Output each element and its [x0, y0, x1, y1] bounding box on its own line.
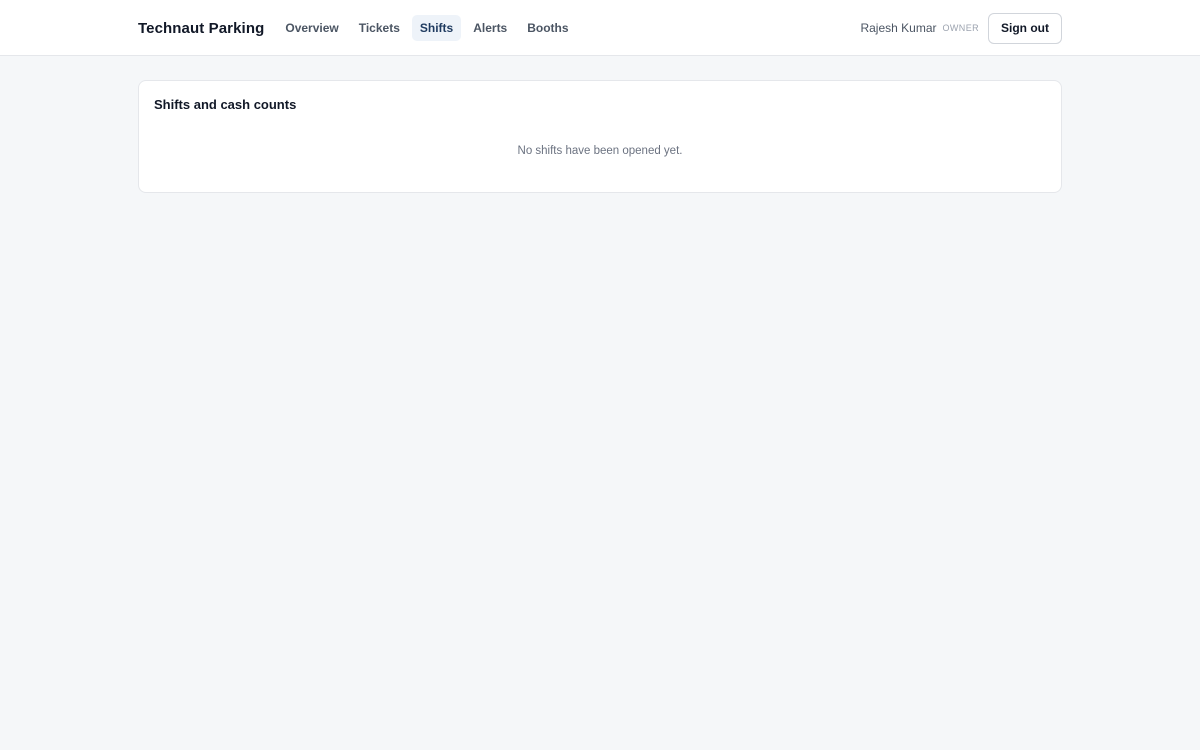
- nav-item-shifts[interactable]: Shifts: [411, 15, 462, 41]
- nav-item-tickets[interactable]: Tickets: [351, 15, 408, 41]
- nav-item-booths[interactable]: Booths: [519, 15, 576, 41]
- app-brand[interactable]: Technaut Parking: [138, 20, 264, 37]
- sign-out-button[interactable]: Sign out: [988, 12, 1062, 44]
- top-navigation-bar: Technaut Parking Overview Tickets Shifts…: [0, 0, 1200, 56]
- user-name: Rajesh Kumar: [860, 21, 937, 35]
- top-navigation-inner: Technaut Parking Overview Tickets Shifts…: [138, 0, 1062, 56]
- shifts-card: Shifts and cash counts No shifts have be…: [138, 80, 1062, 193]
- main-content: Shifts and cash counts No shifts have be…: [138, 80, 1062, 193]
- main-nav: Overview Tickets Shifts Alerts Booths: [277, 15, 576, 41]
- user-info: Rajesh Kumar OWNER: [860, 21, 979, 35]
- shifts-empty-state: No shifts have been opened yet.: [517, 145, 683, 157]
- nav-item-alerts[interactable]: Alerts: [465, 15, 515, 41]
- nav-item-overview[interactable]: Overview: [277, 15, 346, 41]
- shifts-card-title: Shifts and cash counts: [154, 97, 297, 112]
- user-role-badge: OWNER: [942, 23, 979, 33]
